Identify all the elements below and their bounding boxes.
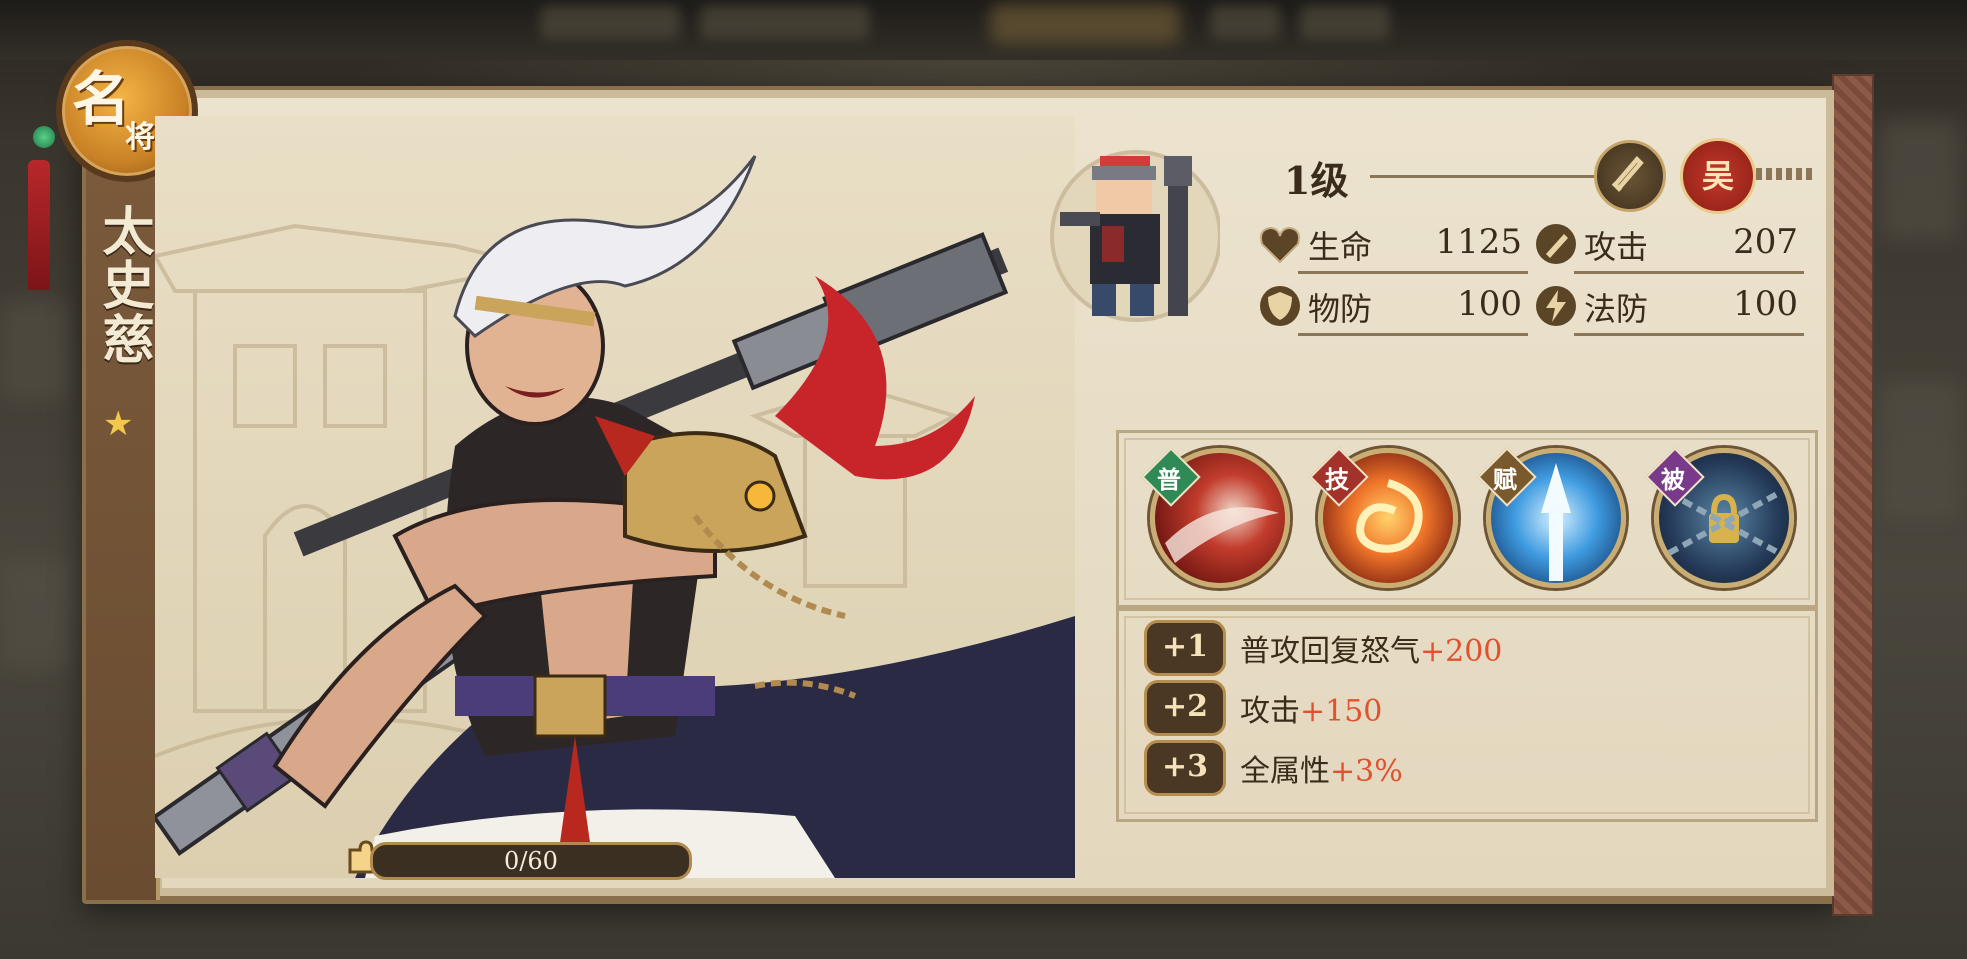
pixel-sprite-portrait [1050,150,1220,322]
skill-tag-label: 赋 [1493,465,1517,494]
stat-hp: 生命 1125 [1258,216,1528,276]
star-icon: ★ [103,404,134,444]
bonus-level-pill: +2 [1144,680,1226,736]
card-edge-decoration [1832,74,1874,916]
stat-value: 207 [1733,222,1798,262]
jade-bead-icon [33,126,55,148]
stat-value: 1125 [1435,222,1522,262]
bonus-level-pill: +3 [1144,740,1226,796]
stat-magic-defense: 法防 100 [1534,278,1804,338]
rank-badge-main-text: 名 [72,65,131,133]
class-sword-icon[interactable] [1594,140,1666,212]
stat-label: 生命 [1308,228,1373,266]
stat-label: 攻击 [1584,228,1649,266]
lightning-icon [1536,286,1576,326]
bonus-row: +1 普攻回复怒气+200 [1144,620,1764,676]
faction-label: 吴 [1701,157,1734,195]
bonus-row: +2 攻击+150 [1144,680,1764,736]
bonus-value: +150 [1300,694,1383,729]
rank-badge-sub-text: 将 [125,120,155,155]
bonus-description: 普攻回复怒气 [1240,634,1420,669]
faction-decoration [1756,168,1814,180]
bonus-value: +3% [1330,754,1403,789]
shield-icon [1260,286,1300,326]
hero-artwork [155,116,1075,878]
fragment-progress-text: 0/60 [504,847,558,875]
tassel-decoration [28,160,50,290]
stat-value: 100 [1457,284,1522,324]
skill-tag-label: 技 [1325,465,1349,494]
sword-icon [1536,224,1576,264]
bonus-row: +3 全属性+3% [1144,740,1764,796]
bonus-description: 攻击 [1240,694,1300,729]
skill-tag-label: 普 [1157,465,1181,494]
skill-tag-label: 被 [1661,465,1685,494]
fragment-progress-bar: 0/60 [370,842,692,880]
heart-icon [1260,226,1300,264]
hero-name: 太史慈 [93,204,154,366]
level-divider [1370,175,1598,178]
bonus-value: +200 [1420,634,1503,669]
stat-label: 物防 [1308,290,1373,328]
stat-value: 100 [1733,284,1798,324]
stat-physical-defense: 物防 100 [1258,278,1528,338]
hero-level: 1级 [1284,158,1349,203]
bonus-level-pill: +1 [1144,620,1226,676]
bonus-description: 全属性 [1240,754,1330,789]
stat-attack: 攻击 207 [1534,216,1804,276]
stat-label: 法防 [1584,290,1649,328]
faction-badge[interactable]: 吴 [1680,138,1756,214]
top-bar-blurred [0,0,1967,60]
